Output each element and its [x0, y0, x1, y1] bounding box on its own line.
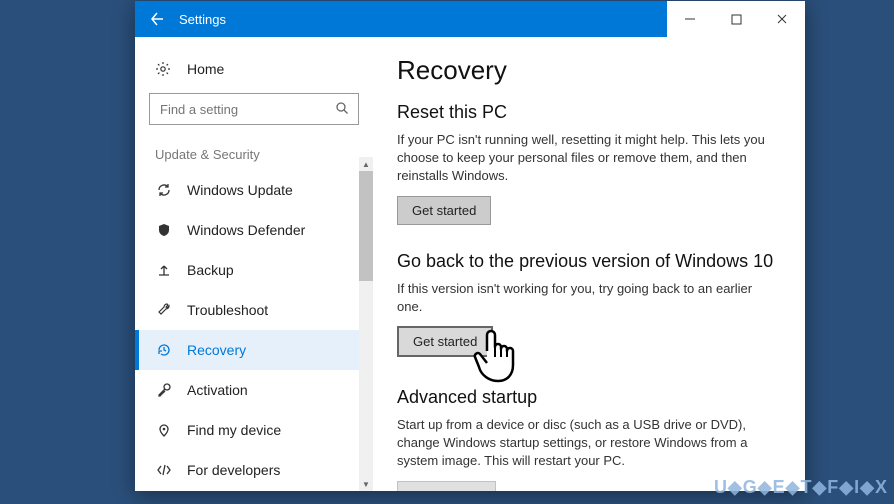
watermark: U◆G◆E◆T◆F◆I◆X [714, 477, 888, 498]
sidebar-item-for-developers[interactable]: For developers [135, 450, 373, 490]
scroll-down-arrow-icon[interactable]: ▼ [359, 477, 373, 491]
sync-icon [155, 182, 173, 198]
content-area: Home Update & Security Windows Update Wi… [135, 37, 805, 491]
advanced-startup-description: Start up from a device or disc (such as … [397, 416, 767, 471]
sidebar-item-activation[interactable]: Activation [135, 370, 373, 410]
sidebar-item-backup[interactable]: Backup [135, 250, 373, 290]
history-icon [155, 342, 173, 358]
sidebar-item-label: Activation [187, 382, 248, 398]
reset-pc-heading: Reset this PC [397, 102, 781, 123]
minimize-button[interactable] [667, 1, 713, 37]
go-back-description: If this version isn't working for you, t… [397, 280, 767, 316]
sidebar-item-find-my-device[interactable]: Find my device [135, 410, 373, 450]
scroll-up-arrow-icon[interactable]: ▲ [359, 157, 373, 171]
settings-window: Settings Home Update [135, 1, 805, 491]
sidebar-item-label: Backup [187, 262, 234, 278]
go-back-heading: Go back to the previous version of Windo… [397, 251, 781, 272]
sidebar-home[interactable]: Home [135, 53, 373, 85]
titlebar: Settings [135, 1, 805, 37]
sidebar-scrollbar[interactable]: ▲ ▼ [359, 157, 373, 491]
sidebar-home-label: Home [187, 61, 224, 77]
wrench-icon [155, 302, 173, 318]
gear-icon [155, 61, 173, 77]
page-title: Recovery [397, 55, 781, 86]
sidebar-section-label: Update & Security [135, 137, 373, 170]
shield-icon [155, 222, 173, 238]
back-arrow-icon [149, 11, 165, 27]
sidebar-item-label: Find my device [187, 422, 281, 438]
sidebar-item-label: Troubleshoot [187, 302, 268, 318]
location-icon [155, 422, 173, 438]
sidebar-item-label: Windows Defender [187, 222, 305, 238]
sidebar-item-troubleshoot[interactable]: Troubleshoot [135, 290, 373, 330]
sidebar-item-label: Recovery [187, 342, 246, 358]
sidebar-item-windows-defender[interactable]: Windows Defender [135, 210, 373, 250]
advanced-startup-restart-button[interactable]: Restart now [397, 481, 496, 492]
minimize-icon [684, 13, 696, 25]
close-icon [776, 13, 788, 25]
sidebar: Home Update & Security Windows Update Wi… [135, 37, 373, 491]
maximize-icon [731, 14, 742, 25]
backup-icon [155, 262, 173, 278]
back-button[interactable] [141, 3, 173, 35]
scrollbar-thumb[interactable] [359, 171, 373, 281]
sidebar-item-label: Windows Update [187, 182, 293, 198]
window-title: Settings [179, 12, 226, 27]
advanced-startup-heading: Advanced startup [397, 387, 781, 408]
search-input[interactable] [149, 93, 359, 125]
maximize-button[interactable] [713, 1, 759, 37]
sidebar-item-label: For developers [187, 462, 280, 478]
reset-pc-get-started-button[interactable]: Get started [397, 196, 491, 225]
close-button[interactable] [759, 1, 805, 37]
developers-icon [155, 462, 173, 478]
reset-pc-description: If your PC isn't running well, resetting… [397, 131, 767, 186]
main-panel: Recovery Reset this PC If your PC isn't … [373, 37, 805, 491]
key-icon [155, 382, 173, 398]
go-back-get-started-button[interactable]: Get started [397, 326, 493, 357]
sidebar-item-windows-update[interactable]: Windows Update [135, 170, 373, 210]
search-wrap [135, 85, 373, 137]
sidebar-item-recovery[interactable]: Recovery [135, 330, 373, 370]
